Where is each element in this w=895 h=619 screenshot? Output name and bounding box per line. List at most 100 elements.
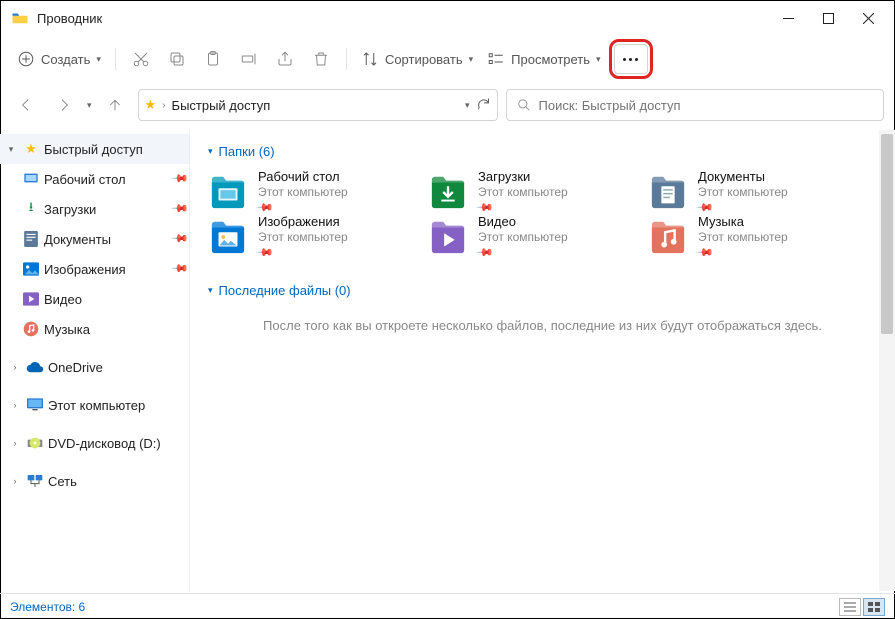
folder-item[interactable]: Видео Этот компьютер 📌: [428, 214, 648, 259]
empty-message: После того как вы откроете несколько фай…: [208, 318, 877, 333]
folder-item[interactable]: Документы Этот компьютер 📌: [648, 169, 868, 214]
chevron-down-icon[interactable]: ▾: [4, 144, 18, 155]
details-view-toggle[interactable]: [839, 598, 861, 616]
tree-network[interactable]: › Сеть: [0, 466, 189, 496]
folder-item[interactable]: Музыка Этот компьютер 📌: [648, 214, 868, 259]
rename-icon: [240, 50, 258, 68]
share-icon: [276, 50, 294, 68]
up-button[interactable]: [100, 90, 130, 120]
folder-item[interactable]: Рабочий стол Этот компьютер 📌: [208, 169, 428, 214]
view-button[interactable]: Просмотреть ▾: [481, 42, 606, 76]
star-icon: ★: [22, 140, 40, 158]
cut-button[interactable]: [124, 42, 158, 76]
view-label: Просмотреть: [511, 52, 590, 67]
folder-sub: Этот компьютер: [698, 185, 788, 199]
folder-icon: [428, 173, 468, 211]
pin-icon: 📌: [171, 199, 190, 220]
view-icon: [487, 50, 505, 68]
tree-pictures[interactable]: Изображения 📌: [0, 254, 189, 284]
tree-music[interactable]: Музыка: [0, 314, 189, 344]
chevron-right-icon[interactable]: ›: [8, 400, 22, 410]
delete-button[interactable]: [304, 42, 338, 76]
folder-name: Музыка: [698, 214, 788, 229]
folder-icon: [208, 173, 248, 211]
chevron-down-icon: ▾: [208, 285, 213, 296]
pin-icon: 📌: [255, 243, 274, 262]
back-button[interactable]: [11, 90, 41, 120]
recent-group-header[interactable]: ▾ Последние файлы (0): [208, 283, 877, 298]
history-chevron-icon[interactable]: ▾: [87, 100, 92, 111]
status-bar: Элементов: 6: [0, 593, 895, 619]
folder-icon: [208, 218, 248, 256]
tree-desktop[interactable]: Рабочий стол 📌: [0, 164, 189, 194]
nav-tree: ▾ ★ Быстрый доступ Рабочий стол 📌 ⭳ Загр…: [0, 130, 190, 591]
share-button[interactable]: [268, 42, 302, 76]
copy-button[interactable]: [160, 42, 194, 76]
recent-group-label: Последние файлы (0): [219, 283, 351, 298]
forward-button[interactable]: [49, 90, 79, 120]
search-box[interactable]: [506, 89, 884, 121]
pin-icon: 📌: [695, 243, 714, 262]
chevron-down-icon: ▾: [596, 54, 601, 65]
clipboard-icon: [204, 50, 222, 68]
search-input[interactable]: [539, 98, 873, 113]
tree-label: Рабочий стол: [44, 172, 169, 187]
chevron-right-icon[interactable]: ›: [8, 362, 22, 372]
sort-label: Сортировать: [385, 52, 463, 67]
tree-label: Изображения: [44, 262, 169, 277]
tree-dvd[interactable]: › DVD-дисковод (D:): [0, 428, 189, 458]
tree-label: DVD-дисковод (D:): [48, 436, 189, 451]
sort-button[interactable]: Сортировать ▾: [355, 42, 479, 76]
tree-label: Загрузки: [44, 202, 169, 217]
folder-sub: Этот компьютер: [478, 230, 568, 244]
scrollbar-thumb[interactable]: [881, 134, 893, 334]
content-pane: ▾ Папки (6) Рабочий стол Этот компьютер …: [190, 130, 895, 591]
rename-button[interactable]: [232, 42, 266, 76]
nav-row: ▾ ★ › Быстрый доступ ▾: [1, 83, 894, 127]
more-button-highlight: [609, 39, 653, 79]
folder-sub: Этот компьютер: [258, 230, 348, 244]
pin-icon: 📌: [171, 169, 190, 190]
tree-label: OneDrive: [48, 360, 189, 375]
tree-quick-access[interactable]: ▾ ★ Быстрый доступ: [0, 134, 189, 164]
folder-item[interactable]: Изображения Этот компьютер 📌: [208, 214, 428, 259]
chevron-down-icon: ▾: [208, 146, 213, 157]
close-button[interactable]: [848, 3, 888, 33]
search-icon: [517, 98, 531, 112]
tree-label: Этот компьютер: [48, 398, 189, 413]
scrollbar[interactable]: [879, 130, 895, 591]
large-icons-toggle[interactable]: [863, 598, 885, 616]
tree-videos[interactable]: Видео: [0, 284, 189, 314]
separator: [115, 48, 116, 70]
plus-circle-icon: [17, 50, 35, 68]
tree-onedrive[interactable]: › OneDrive: [0, 352, 189, 382]
paste-button[interactable]: [196, 42, 230, 76]
tree-label: Музыка: [44, 322, 189, 337]
tree-thispc[interactable]: › Этот компьютер: [0, 390, 189, 420]
chevron-right-icon[interactable]: ›: [8, 438, 22, 448]
new-button[interactable]: Создать ▾: [11, 42, 107, 76]
folder-item[interactable]: Загрузки Этот компьютер 📌: [428, 169, 648, 214]
folder-sub: Этот компьютер: [258, 185, 348, 199]
address-bar[interactable]: ★ › Быстрый доступ ▾: [138, 89, 498, 121]
tree-label: Видео: [44, 292, 189, 307]
maximize-button[interactable]: [808, 3, 848, 33]
copy-icon: [168, 50, 186, 68]
network-icon: [26, 472, 44, 490]
folder-icon: [428, 218, 468, 256]
desktop-icon: [22, 170, 40, 188]
tree-downloads[interactable]: ⭳ Загрузки 📌: [0, 194, 189, 224]
folder-name: Рабочий стол: [258, 169, 348, 184]
tree-documents[interactable]: Документы 📌: [0, 224, 189, 254]
download-icon: ⭳: [22, 200, 40, 218]
minimize-button[interactable]: [768, 3, 808, 33]
refresh-button[interactable]: [476, 96, 491, 114]
chevron-right-icon[interactable]: ›: [8, 476, 22, 486]
folder-name: Видео: [478, 214, 568, 229]
folder-name: Загрузки: [478, 169, 568, 184]
chevron-down-icon[interactable]: ▾: [465, 100, 470, 111]
pin-icon: 📌: [475, 243, 494, 262]
more-button[interactable]: [614, 44, 648, 74]
folders-group-header[interactable]: ▾ Папки (6): [208, 144, 877, 159]
monitor-icon: [26, 396, 44, 414]
